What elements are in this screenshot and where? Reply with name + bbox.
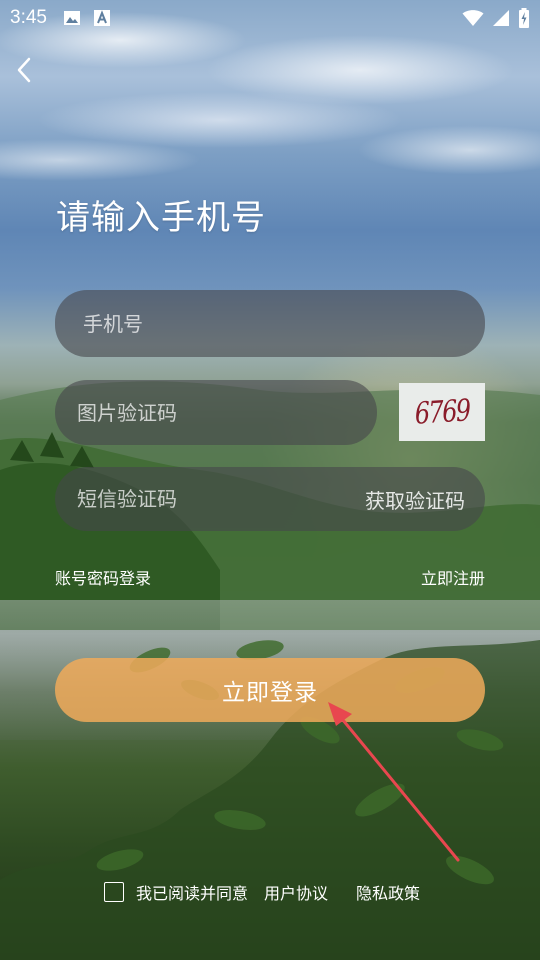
- captcha-field: [55, 380, 377, 445]
- chevron-left-icon: [17, 57, 31, 83]
- get-code-button[interactable]: 获取验证码: [365, 485, 465, 514]
- battery-charging-icon: [519, 8, 529, 28]
- login-screen: 3:45 请输入手机号 手机号 图片验证码 6769 短信验证码 获取验证码 账…: [0, 0, 540, 960]
- captcha-image-text: 6769: [413, 392, 471, 432]
- password-login-link[interactable]: 账号密码登录: [55, 565, 151, 589]
- wifi-icon: [462, 10, 484, 26]
- image-icon: [63, 11, 80, 25]
- agreement-text: 我已阅读并同意: [136, 884, 249, 903]
- page-title: 请输入手机号: [56, 198, 266, 238]
- sms-code-input[interactable]: [75, 486, 365, 512]
- phone-input[interactable]: [81, 310, 485, 337]
- font-a-icon: [93, 10, 110, 26]
- sms-code-field: 获取验证码: [55, 467, 485, 531]
- login-button[interactable]: 立即登录: [55, 658, 485, 722]
- user-agreement-link[interactable]: 用户协议: [264, 880, 328, 904]
- privacy-policy-link[interactable]: 隐私政策: [356, 880, 420, 904]
- captcha-image[interactable]: 6769: [399, 383, 485, 441]
- status-bar: 3:45: [0, 0, 540, 36]
- register-link[interactable]: 立即注册: [421, 565, 485, 589]
- captcha-input[interactable]: [75, 399, 377, 426]
- signal-icon: [493, 10, 509, 26]
- status-icons: [462, 8, 530, 28]
- back-button[interactable]: [8, 52, 40, 88]
- phone-field: [55, 290, 485, 357]
- status-time: 3:45: [10, 7, 47, 28]
- agreement-row: 我已阅读并同意 用户协议 隐私政策: [104, 880, 420, 904]
- agreement-checkbox[interactable]: [104, 882, 124, 902]
